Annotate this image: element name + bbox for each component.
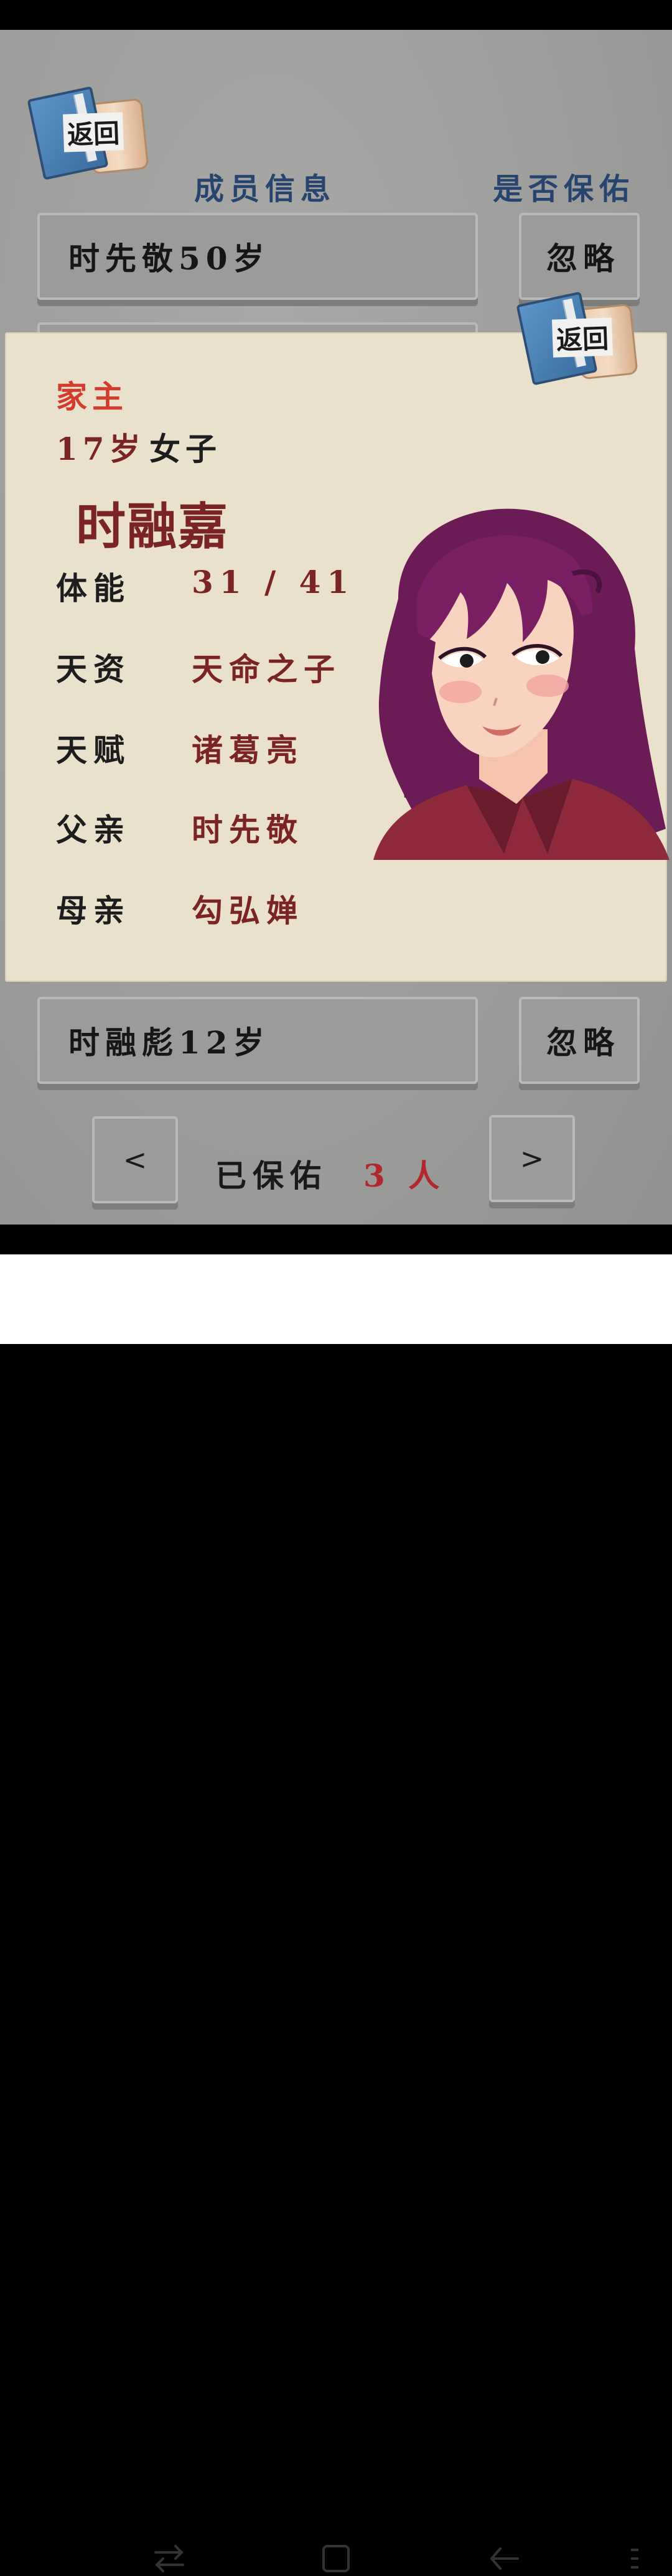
stat-label-mother: 母亲: [56, 892, 131, 929]
popup-close-button[interactable]: 返回: [516, 290, 638, 386]
protect-question: 是否保佑: [493, 172, 635, 207]
letterbox-bar: [0, 1225, 672, 1254]
stat-value-aptitude: 天命之子: [192, 651, 341, 688]
page-title: 成员信息: [194, 172, 337, 207]
home-icon[interactable]: [319, 2541, 353, 2576]
stat-label-father: 父亲: [56, 811, 131, 848]
menu-icon[interactable]: [625, 2541, 643, 2576]
role-label: 家主: [56, 378, 128, 415]
back-icon[interactable]: [487, 2541, 521, 2576]
stat-label-talent: 天赋: [56, 732, 131, 768]
stat-value-mother: 勾弘婵: [192, 892, 304, 929]
game-screen: 返回 成员信息 是否保佑 时先敬50岁 忽略 家主 17岁 女子 时融嘉 体能 …: [0, 30, 672, 1225]
system-nav-bar: [0, 1254, 672, 2572]
member-name: 时融嘉: [76, 497, 229, 556]
prev-page-button[interactable]: <: [92, 1116, 178, 1203]
age-label: 17岁: [56, 431, 146, 467]
status-bar: [0, 0, 672, 30]
close-label: 返回: [551, 317, 614, 358]
ignore-label: 忽略: [546, 240, 620, 277]
stat-label-stamina: 体能: [56, 570, 131, 607]
character-portrait: [373, 508, 670, 860]
ignore-button[interactable]: 忽略: [519, 997, 640, 1084]
member-row[interactable]: 时先敬50岁: [37, 213, 478, 300]
protected-label: 已保佑: [215, 1157, 327, 1194]
protected-count: 3 人: [363, 1157, 446, 1194]
gender-label: 女子: [149, 431, 222, 467]
stat-label-aptitude: 天资: [56, 651, 131, 688]
ignore-label: 忽略: [546, 1024, 620, 1061]
back-label: 返回: [62, 112, 124, 152]
stat-value-stamina: 31 / 41: [192, 564, 355, 600]
member-row[interactable]: 时融彪12岁: [37, 997, 478, 1084]
back-book-button[interactable]: 返回: [27, 85, 149, 180]
member-label: 时融彪12岁: [68, 1024, 270, 1061]
member-detail-popup: 家主 17岁 女子 时融嘉 体能 31 / 41 天资 天命之子 天赋 诸葛亮 …: [5, 332, 670, 982]
recent-apps-icon[interactable]: [152, 2541, 187, 2576]
ignore-button[interactable]: 忽略: [519, 213, 640, 300]
member-label: 时先敬50岁: [68, 240, 270, 277]
stat-value-father: 时先敬: [192, 811, 304, 848]
stat-value-talent: 诸葛亮: [192, 732, 304, 768]
next-page-button[interactable]: >: [489, 1115, 575, 1202]
